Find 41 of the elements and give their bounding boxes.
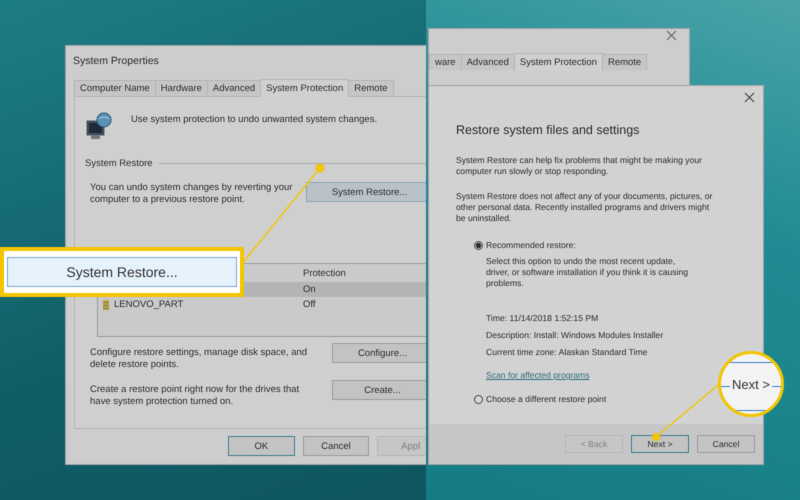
protection-status[interactable]: Off [303, 297, 426, 312]
option-label: Recommended restore: [486, 240, 576, 250]
tab[interactable]: Advanced [206, 80, 262, 96]
drive-icon [103, 300, 109, 310]
description-text: System Restore does not affect any of your documents, pictures, or other personal data. Recently installed programs and drivers might be uninstalled. [456, 191, 714, 224]
tab[interactable]: System Protection [514, 53, 603, 71]
radio-button[interactable] [474, 394, 483, 404]
description-text: Create a restore point right now for the drives that have system protection turned on. [90, 384, 300, 408]
description-text: You can undo system changes by reverting your computer to a previous restore point. [90, 182, 294, 206]
close-icon[interactable] [666, 30, 677, 41]
dialog-button[interactable]: OK [228, 436, 295, 456]
dialog-button[interactable]: Cancel [697, 435, 755, 453]
description-text: Use system protection to undo unwanted system changes. [131, 113, 378, 125]
description-text: Configure restore settings, manage disk space, and delete restore points. [90, 347, 308, 371]
dialog-button[interactable]: Next > [631, 435, 689, 453]
column-header: Protection [303, 266, 347, 280]
description-text: Select this option to undo the most recent update, driver, or software installation if you think it is causing problems. [486, 256, 690, 289]
system-restore-button[interactable]: System Restore... [306, 182, 426, 202]
dialog-heading: Restore system files and settings [456, 123, 640, 137]
info-text: Current time zone: Alaskan Standard Time [486, 347, 648, 357]
group-heading: System Restore [85, 158, 153, 169]
description-text: System Restore can help fix problems that might be making your computer run slowly or stop responding. [456, 155, 703, 177]
tab[interactable]: Computer Name [74, 80, 156, 96]
option-label: Choose a different restore point [486, 394, 606, 404]
tab[interactable]: Remote [348, 80, 394, 96]
create-button[interactable]: Create... [332, 380, 426, 400]
tab[interactable]: Advanced [460, 54, 515, 70]
radio-button[interactable] [474, 240, 483, 250]
tab[interactable]: Hardware [154, 80, 208, 96]
close-icon[interactable] [744, 92, 755, 103]
dialog-button[interactable]: Cancel [302, 436, 370, 456]
window-title: System Properties [72, 54, 160, 69]
tab[interactable]: System Protection [260, 79, 350, 97]
computer-icon [85, 111, 113, 141]
tab[interactable]: Remote [602, 54, 648, 70]
configure-button[interactable]: Configure... [332, 343, 426, 363]
info-text: Description: Install: Windows Modules Installer [486, 330, 664, 340]
info-text: Time: 11/14/2018 1:52:15 PM [486, 313, 600, 323]
scan-link[interactable]: Scan for affected programs [486, 370, 590, 380]
tab[interactable]: ware [429, 54, 462, 70]
drive-name: LENOVO_PART [114, 299, 184, 310]
